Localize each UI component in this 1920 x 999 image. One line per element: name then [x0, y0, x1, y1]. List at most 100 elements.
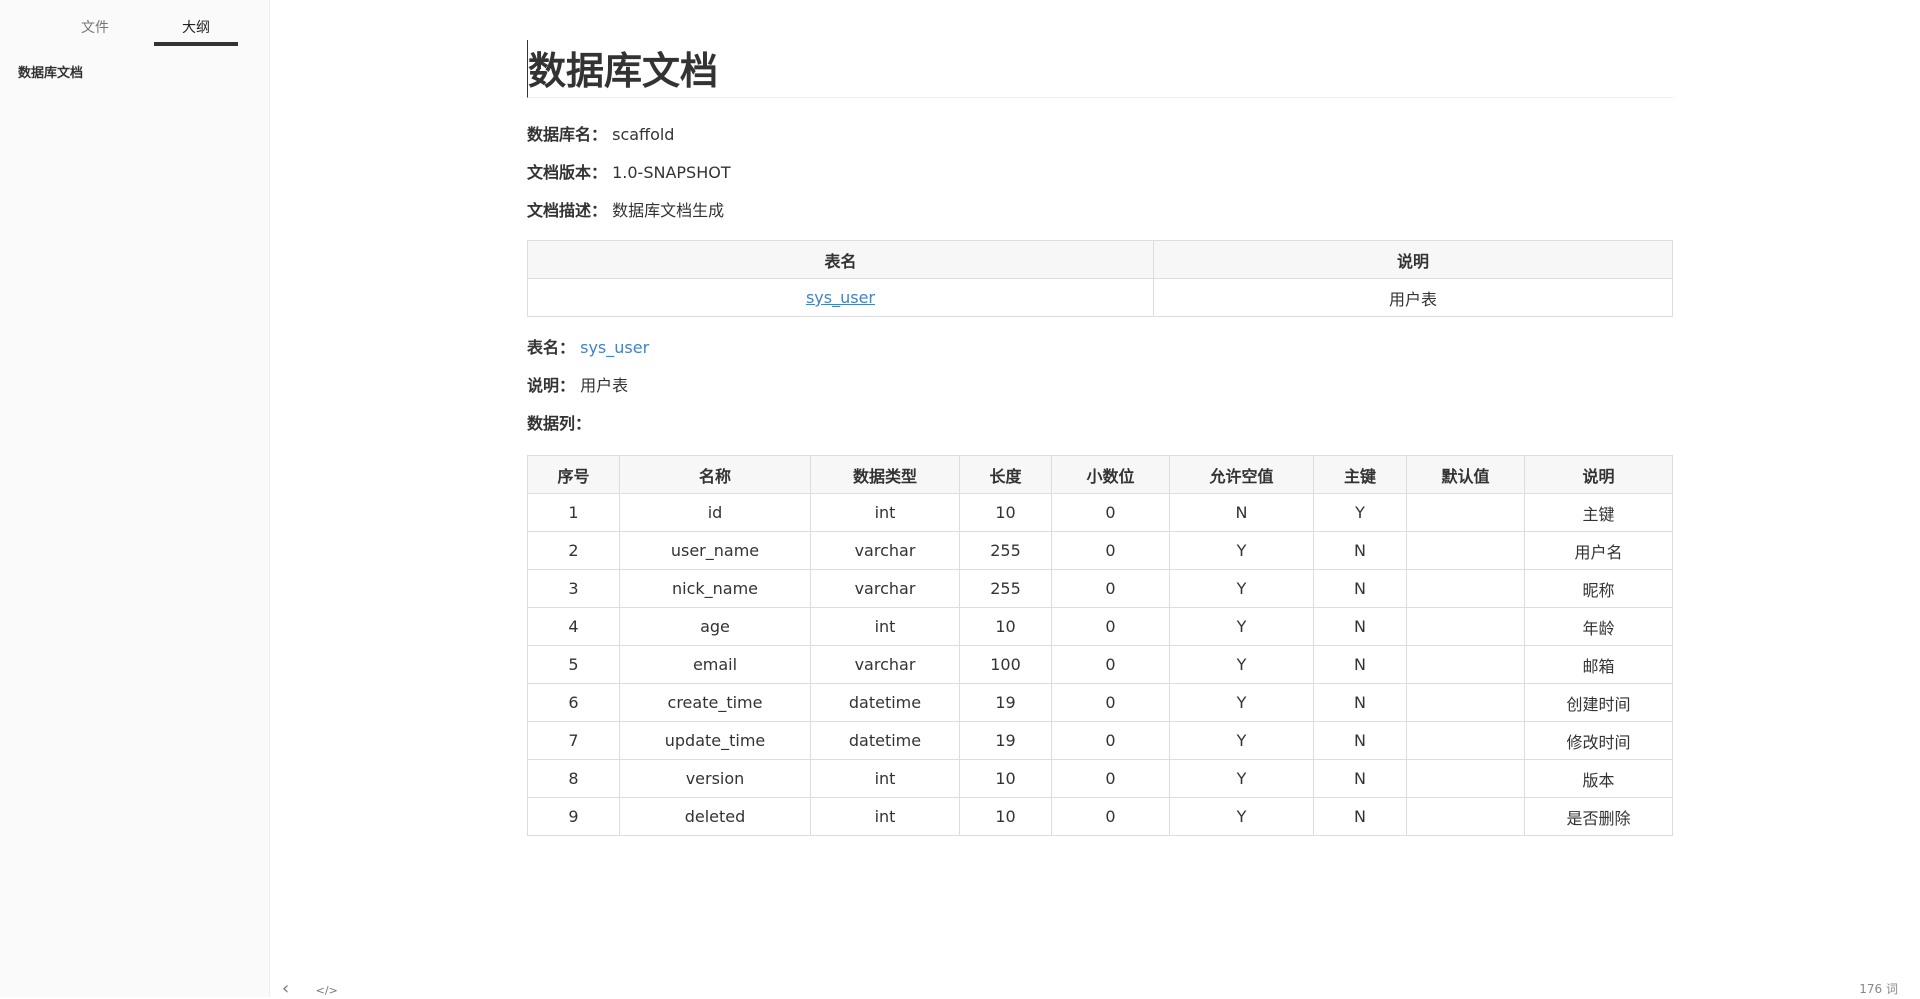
table-cell: 创建时间	[1524, 683, 1673, 722]
header-cell: 数据类型	[810, 455, 960, 494]
header-cell: 默认值	[1406, 455, 1525, 494]
table-cell: 0	[1051, 797, 1170, 836]
table-cell: 0	[1051, 759, 1170, 798]
footer-left: ‹ </>	[282, 978, 338, 999]
table-row: 3 nick_name varchar 255 0 Y N 昵称	[527, 569, 1673, 608]
table-cell	[1406, 797, 1525, 836]
table-cell: 3	[527, 569, 620, 608]
table-cell: 8	[527, 759, 620, 798]
table-cell: 0	[1051, 721, 1170, 760]
meta-row: 数据库名： scaffold	[527, 116, 1673, 154]
header-cell: 说明	[1153, 240, 1673, 279]
table-cell: int	[810, 607, 960, 646]
meta-row: 文档版本： 1.0-SNAPSHOT	[527, 154, 1673, 192]
table-cell: create_time	[619, 683, 811, 722]
table-cell: N	[1313, 645, 1407, 684]
table-cell: 19	[959, 721, 1052, 760]
table-cell: Y	[1169, 607, 1314, 646]
table-cell: 10	[959, 797, 1052, 836]
header-cell: 长度	[959, 455, 1052, 494]
table-cell: 主键	[1524, 493, 1673, 532]
table-cell: user_name	[619, 531, 811, 570]
table-row: 6 create_time datetime 19 0 Y N 创建时间	[527, 683, 1673, 722]
page-title[interactable]: 数据库文档	[527, 40, 1673, 98]
table-row: 7 update_time datetime 19 0 Y N 修改时间	[527, 721, 1673, 760]
table-cell: Y	[1313, 493, 1407, 532]
table-cell: 19	[959, 683, 1052, 722]
meta-label: 文档描述：	[527, 201, 608, 220]
table-cell: N	[1313, 721, 1407, 760]
table-name-label: 表名：	[527, 338, 576, 357]
source-code-icon[interactable]: </>	[316, 984, 338, 997]
sidebar: 文件 大纲 数据库文档	[0, 0, 270, 997]
meta-value: scaffold	[612, 125, 675, 144]
table-cell: 邮箱	[1524, 645, 1673, 684]
table-cell: N	[1313, 607, 1407, 646]
header-cell: 序号	[527, 455, 620, 494]
table-cell: Y	[1169, 721, 1314, 760]
table-cell: update_time	[619, 721, 811, 760]
word-count[interactable]: 176 词	[1859, 980, 1898, 997]
table-cell: 255	[959, 531, 1052, 570]
meta-label: 文档版本：	[527, 163, 608, 182]
table-cell: Y	[1169, 569, 1314, 608]
table-cell: age	[619, 607, 811, 646]
table-cell	[1406, 607, 1525, 646]
table-cell: deleted	[619, 797, 811, 836]
table-row: 8 version int 10 0 Y N 版本	[527, 759, 1673, 798]
back-icon[interactable]: ‹	[282, 978, 289, 999]
table-cell: Y	[1169, 797, 1314, 836]
table-cell: 10	[959, 607, 1052, 646]
table-cell: 4	[527, 607, 620, 646]
table-cell: 10	[959, 493, 1052, 532]
outline-item[interactable]: 数据库文档	[0, 46, 269, 81]
table-cell: email	[619, 645, 811, 684]
table-row: 2 user_name varchar 255 0 Y N 用户名	[527, 531, 1673, 570]
table-row: 4 age int 10 0 Y N 年龄	[527, 607, 1673, 646]
table-cell: 0	[1051, 607, 1170, 646]
table-row: sys_user 用户表	[527, 278, 1673, 317]
table-cell: N	[1313, 569, 1407, 608]
table-cell: N	[1313, 531, 1407, 570]
table-cell: 6	[527, 683, 620, 722]
table-cell	[1406, 721, 1525, 760]
tab-outline[interactable]: 大纲	[154, 0, 238, 46]
header-cell: 主键	[1313, 455, 1407, 494]
table-cell: 100	[959, 645, 1052, 684]
table-cell: 1	[527, 493, 620, 532]
table-cell: 2	[527, 531, 620, 570]
meta-label: 数据库名：	[527, 125, 608, 144]
table-cell: 0	[1051, 493, 1170, 532]
table-row: 1 id int 10 0 N Y 主键	[527, 493, 1673, 532]
meta-value: 1.0-SNAPSHOT	[612, 163, 731, 182]
table-cell	[1406, 645, 1525, 684]
table-cell: 0	[1051, 683, 1170, 722]
desc-label: 说明：	[527, 376, 576, 395]
table-cell: N	[1313, 683, 1407, 722]
table-cell: 版本	[1524, 759, 1673, 798]
table-cell: 0	[1051, 569, 1170, 608]
meta-value: 数据库文档生成	[612, 201, 725, 220]
table-name: sys_user	[580, 338, 650, 357]
table-cell: datetime	[810, 683, 960, 722]
table-link[interactable]: sys_user	[806, 288, 875, 307]
meta-row: 文档描述： 数据库文档生成	[527, 192, 1673, 230]
tables-table: 表名 说明 sys_user 用户表	[527, 240, 1673, 317]
table-cell: Y	[1169, 759, 1314, 798]
table-cell: 用户名	[1524, 531, 1673, 570]
table-cell: varchar	[810, 531, 960, 570]
table-cell: int	[810, 797, 960, 836]
table-cell: int	[810, 493, 960, 532]
table-cell: varchar	[810, 569, 960, 608]
table-cell: version	[619, 759, 811, 798]
table-cell: N	[1169, 493, 1314, 532]
header-cell: 表名	[527, 240, 1154, 279]
tab-files[interactable]: 文件	[36, 0, 154, 46]
header-cell: 说明	[1524, 455, 1673, 494]
header-cell: 名称	[619, 455, 811, 494]
table-cell: 昵称	[1524, 569, 1673, 608]
table-cell: 5	[527, 645, 620, 684]
table-cell: Y	[1169, 683, 1314, 722]
table-cell: N	[1313, 797, 1407, 836]
table-cell: 7	[527, 721, 620, 760]
